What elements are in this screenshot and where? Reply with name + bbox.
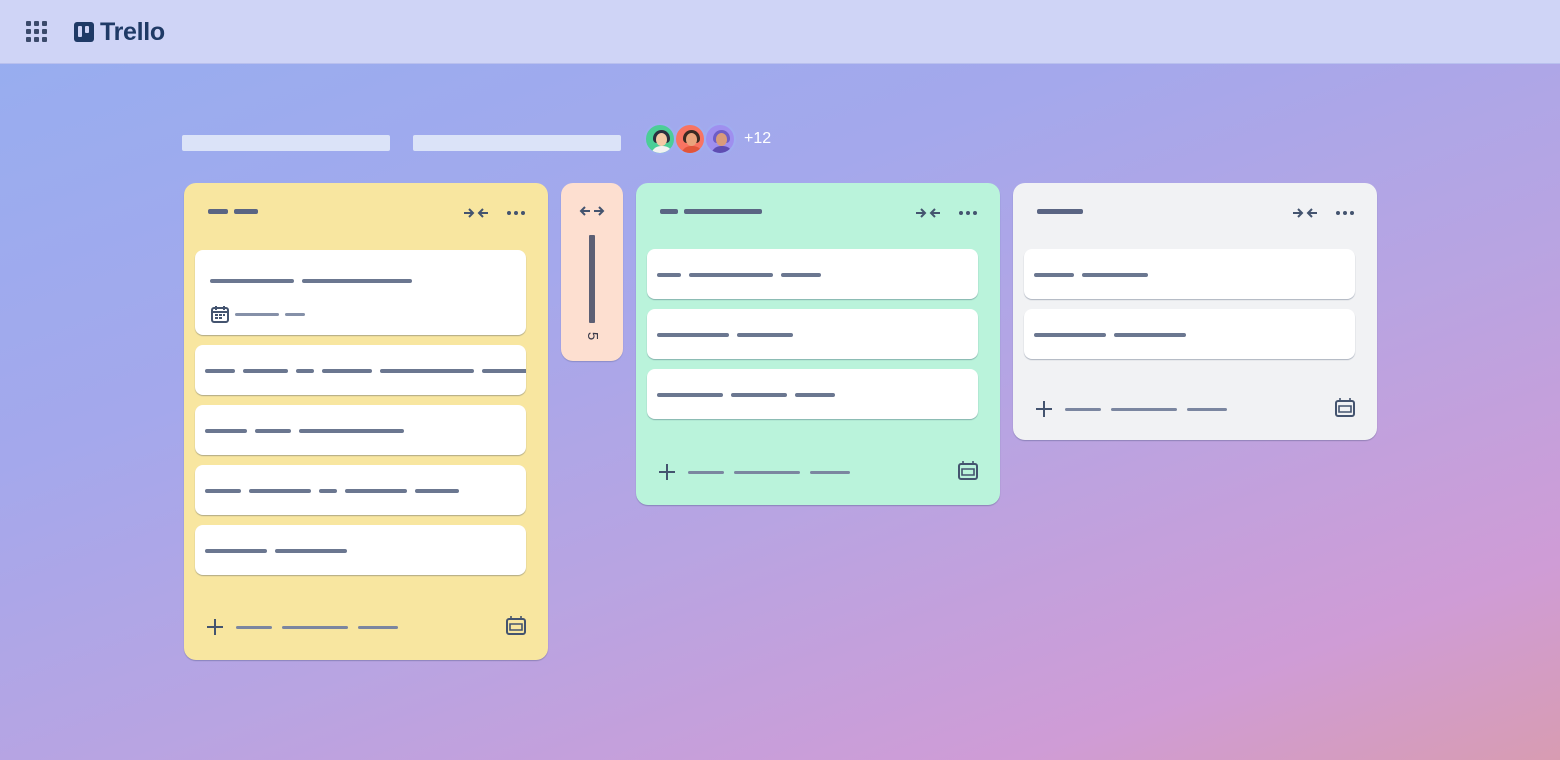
list-title bbox=[1037, 209, 1083, 214]
expand-arrows-icon[interactable] bbox=[579, 203, 605, 219]
list-footer bbox=[184, 608, 548, 648]
plus-icon bbox=[1033, 398, 1055, 420]
app-switcher-grid-icon[interactable] bbox=[26, 21, 48, 43]
list-menu-ellipsis-icon[interactable] bbox=[955, 203, 981, 223]
list-header[interactable] bbox=[636, 183, 1000, 245]
board-title-placeholder[interactable] bbox=[182, 135, 390, 151]
list-footer bbox=[636, 453, 1000, 493]
card[interactable] bbox=[1024, 249, 1355, 299]
list-title bbox=[208, 209, 258, 214]
list-gray bbox=[1013, 183, 1377, 440]
add-card-button[interactable] bbox=[1033, 398, 1227, 420]
member-avatar[interactable] bbox=[674, 123, 706, 155]
list-menu-ellipsis-icon[interactable] bbox=[503, 203, 529, 223]
collapse-arrows-icon[interactable] bbox=[463, 203, 489, 223]
trello-logo[interactable]: Trello bbox=[74, 17, 165, 46]
template-icon[interactable] bbox=[504, 615, 528, 639]
due-date-badge[interactable] bbox=[211, 305, 305, 323]
board-members[interactable]: +12 bbox=[644, 123, 771, 155]
plus-icon bbox=[204, 616, 226, 638]
collapse-arrows-icon[interactable] bbox=[1292, 203, 1318, 223]
more-members-count[interactable]: +12 bbox=[744, 130, 771, 148]
collapsed-list[interactable]: 5 bbox=[561, 183, 623, 361]
add-card-button[interactable] bbox=[204, 616, 398, 638]
template-icon[interactable] bbox=[956, 460, 980, 484]
list-green bbox=[636, 183, 1000, 505]
card[interactable] bbox=[647, 249, 978, 299]
card[interactable] bbox=[195, 465, 526, 515]
trello-logo-icon bbox=[74, 22, 94, 42]
calendar-icon bbox=[211, 306, 229, 323]
add-card-button[interactable] bbox=[656, 461, 850, 483]
collapsed-list-title-placeholder bbox=[589, 235, 595, 323]
list-footer bbox=[1013, 390, 1377, 430]
card[interactable] bbox=[195, 405, 526, 455]
card-count: 5 bbox=[584, 331, 601, 341]
member-avatar[interactable] bbox=[704, 123, 736, 155]
card[interactable] bbox=[647, 309, 978, 359]
list-header[interactable] bbox=[1013, 183, 1377, 245]
list-header[interactable] bbox=[184, 183, 548, 245]
list-title bbox=[660, 209, 762, 214]
card[interactable] bbox=[195, 525, 526, 575]
card[interactable] bbox=[647, 369, 978, 419]
board-subtitle-placeholder[interactable] bbox=[413, 135, 621, 151]
member-avatar[interactable] bbox=[644, 123, 676, 155]
list-yellow bbox=[184, 183, 548, 660]
card[interactable] bbox=[195, 345, 526, 395]
template-icon[interactable] bbox=[1333, 397, 1357, 421]
collapse-arrows-icon[interactable] bbox=[915, 203, 941, 223]
top-navigation-bar: Trello bbox=[0, 0, 1560, 64]
list-menu-ellipsis-icon[interactable] bbox=[1332, 203, 1358, 223]
app-name: Trello bbox=[100, 17, 165, 46]
card[interactable] bbox=[195, 250, 526, 335]
plus-icon bbox=[656, 461, 678, 483]
card[interactable] bbox=[1024, 309, 1355, 359]
